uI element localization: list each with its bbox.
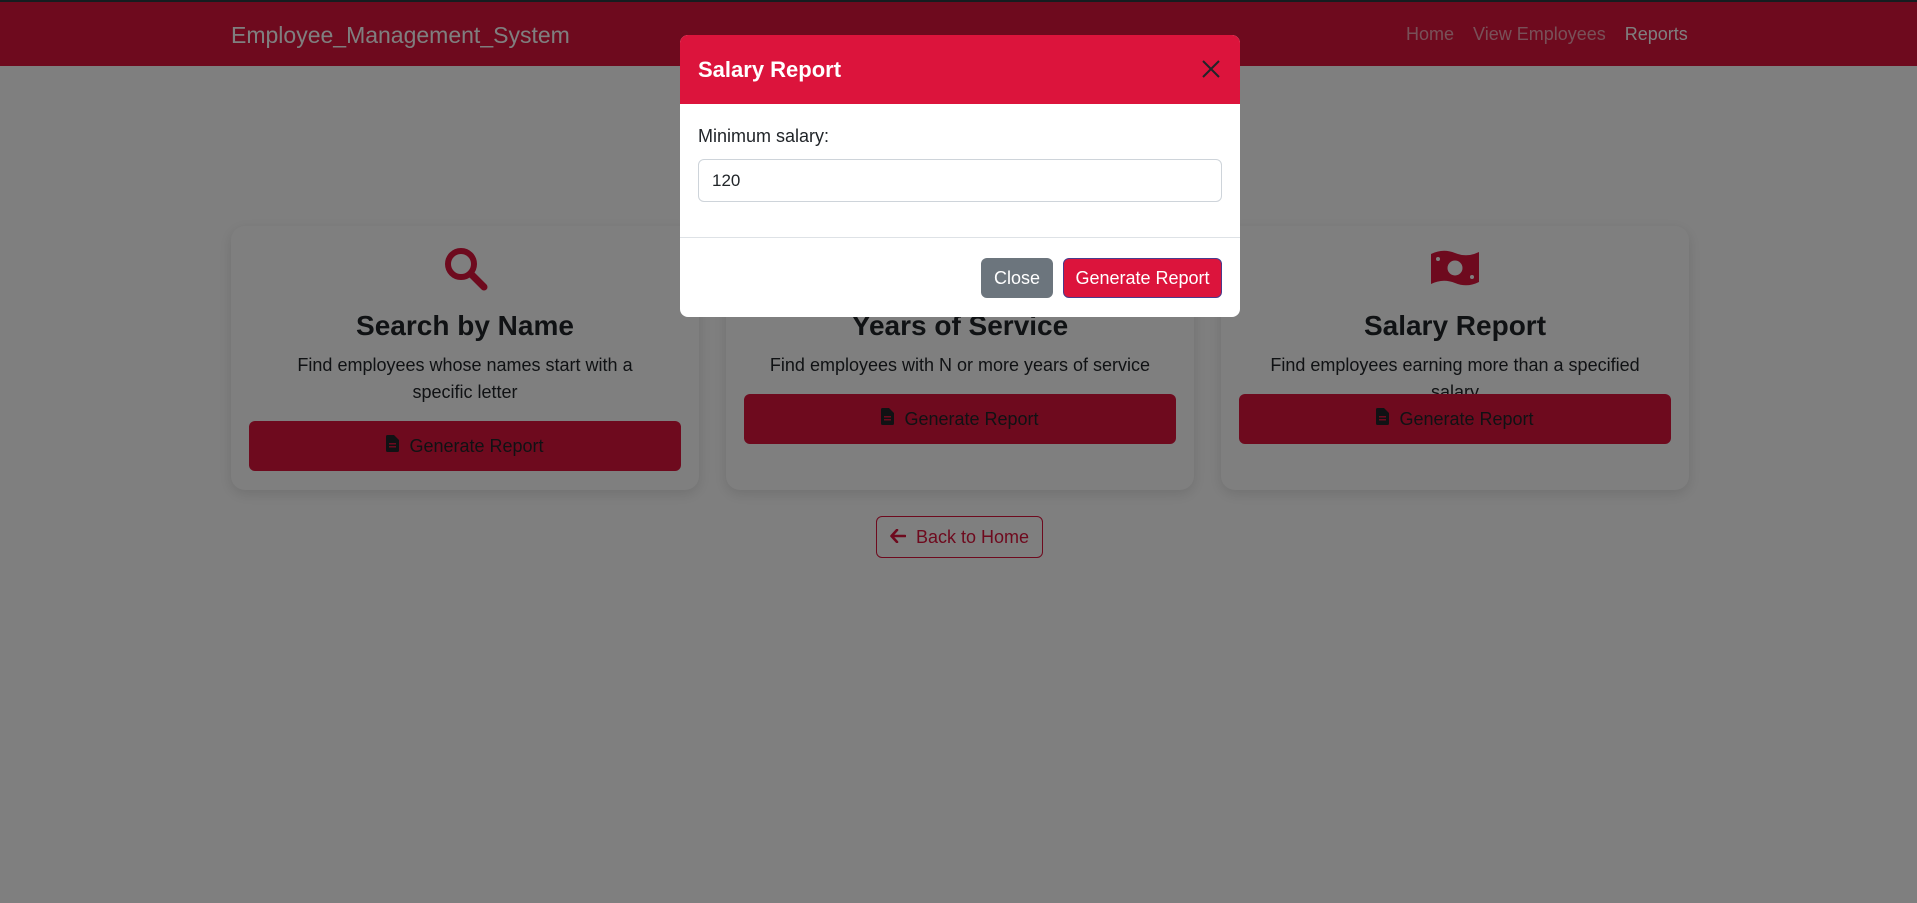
minimum-salary-label: Minimum salary: <box>698 126 830 146</box>
modal-divider <box>680 237 1240 238</box>
minimum-salary-input[interactable] <box>698 159 1222 202</box>
salary-report-modal: Salary Report Minimum salary: Close Gene… <box>680 35 1240 317</box>
generate-report-submit-button[interactable]: Generate Report <box>1063 258 1222 298</box>
modal-title: Salary Report <box>698 57 842 82</box>
close-icon[interactable] <box>1200 58 1222 85</box>
close-button[interactable]: Close <box>981 258 1053 298</box>
modal-header: Salary Report <box>680 35 1240 104</box>
